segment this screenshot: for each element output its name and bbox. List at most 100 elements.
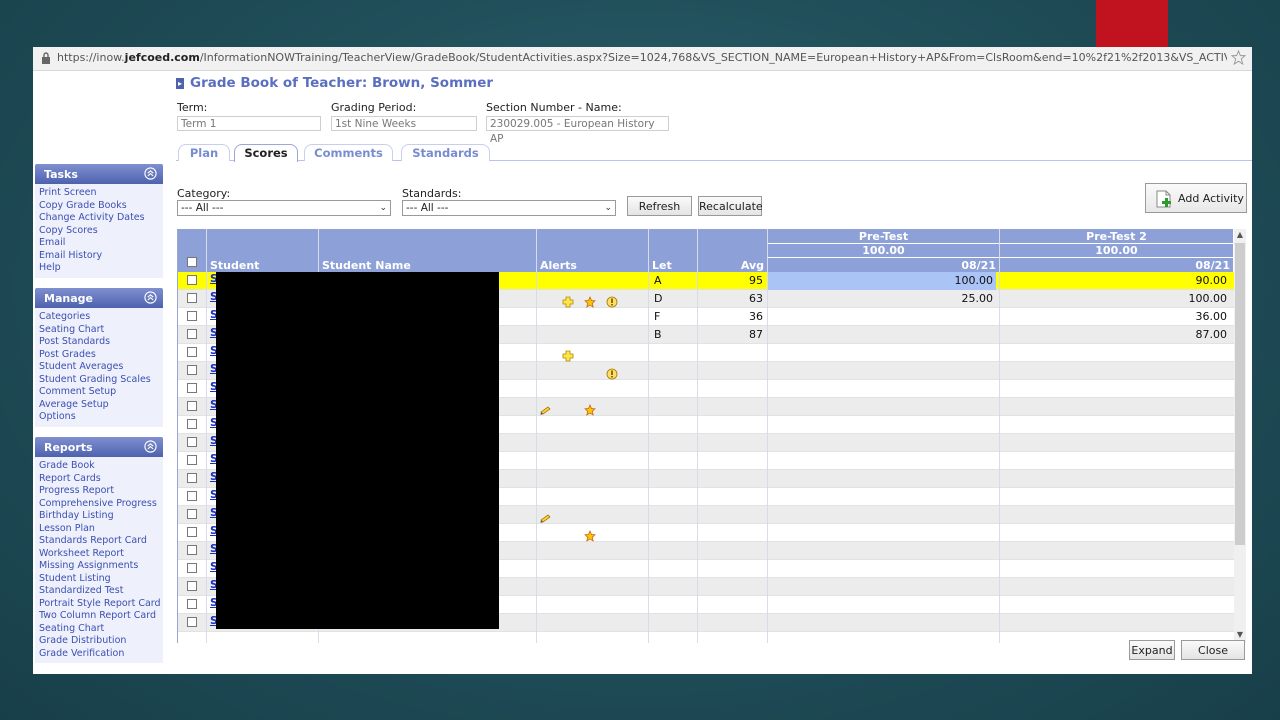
pencil-alert-icon[interactable] — [540, 509, 552, 523]
col-average[interactable]: Avg — [698, 259, 764, 272]
collapse-icon[interactable] — [144, 167, 157, 180]
score-cell[interactable] — [768, 560, 996, 578]
score-cell[interactable]: 100.00 — [768, 272, 996, 290]
score-cell[interactable] — [1000, 578, 1230, 596]
report-link[interactable]: Report Cards — [39, 473, 163, 486]
score-cell[interactable] — [768, 578, 996, 596]
score-cell[interactable] — [768, 398, 996, 416]
score-cell[interactable] — [1000, 398, 1230, 416]
plus-alert-icon[interactable] — [562, 347, 574, 362]
score-cell[interactable] — [768, 344, 996, 362]
score-cell[interactable] — [1000, 596, 1230, 614]
row-checkbox[interactable] — [187, 329, 197, 339]
task-link[interactable]: Email History — [39, 250, 163, 263]
score-cell[interactable] — [768, 614, 996, 632]
category-select[interactable]: --- All --- ⌄ — [177, 200, 391, 216]
score-cell[interactable] — [768, 434, 996, 452]
report-link[interactable]: Progress Report — [39, 485, 163, 498]
score-cell[interactable] — [1000, 614, 1230, 632]
plus-alert-icon[interactable] — [562, 293, 574, 308]
row-checkbox[interactable] — [187, 581, 197, 591]
score-cell[interactable] — [768, 380, 996, 398]
tab-standards[interactable]: Standards — [401, 144, 490, 161]
row-checkbox[interactable] — [187, 545, 197, 555]
row-checkbox[interactable] — [187, 563, 197, 573]
col-student-name[interactable]: Student Name — [322, 259, 411, 272]
row-checkbox[interactable] — [187, 617, 197, 627]
tab-plan[interactable]: Plan — [178, 144, 230, 161]
exclaim-alert-icon[interactable] — [606, 293, 618, 308]
score-cell[interactable] — [768, 506, 996, 524]
grid-scrollbar[interactable]: ▲ ▼ — [1234, 229, 1246, 643]
manage-link[interactable]: Options — [39, 411, 163, 424]
task-link[interactable]: Email — [39, 237, 163, 250]
score-cell[interactable] — [768, 308, 996, 326]
score-cell[interactable] — [1000, 344, 1230, 362]
bookmark-star-icon[interactable] — [1231, 50, 1246, 65]
row-checkbox[interactable] — [187, 527, 197, 537]
row-checkbox[interactable] — [187, 491, 197, 501]
recalculate-button[interactable]: Recalculate — [698, 196, 763, 216]
score-cell[interactable]: 90.00 — [1000, 272, 1230, 290]
select-all-checkbox[interactable] — [187, 257, 197, 267]
score-cell[interactable]: 36.00 — [1000, 308, 1230, 326]
report-link[interactable]: Birthday Listing — [39, 510, 163, 523]
tab-comments[interactable]: Comments — [304, 144, 393, 161]
score-cell[interactable] — [1000, 560, 1230, 578]
task-link[interactable]: Copy Scores — [39, 225, 163, 238]
score-cell[interactable]: 25.00 — [768, 290, 996, 308]
score-cell[interactable] — [1000, 524, 1230, 542]
score-cell[interactable] — [1000, 506, 1230, 524]
expand-button[interactable]: Expand — [1129, 640, 1175, 660]
manage-panel-header[interactable]: Manage — [35, 288, 163, 308]
score-cell[interactable] — [1000, 380, 1230, 398]
report-link[interactable]: Missing Assignments — [39, 560, 163, 573]
report-link[interactable]: Lesson Plan — [39, 523, 163, 536]
report-link[interactable]: Grade Distribution — [39, 635, 163, 648]
row-checkbox[interactable] — [187, 293, 197, 303]
score-cell[interactable] — [1000, 416, 1230, 434]
row-checkbox[interactable] — [187, 365, 197, 375]
tab-scores[interactable]: Scores — [234, 144, 298, 162]
collapse-icon[interactable] — [144, 291, 157, 304]
standards-select[interactable]: --- All --- ⌄ — [402, 200, 616, 216]
score-cell[interactable] — [768, 542, 996, 560]
scroll-thumb[interactable] — [1235, 243, 1245, 545]
score-cell[interactable] — [768, 488, 996, 506]
manage-link[interactable]: Student Grading Scales — [39, 374, 163, 387]
exclaim-alert-icon[interactable] — [606, 365, 618, 380]
score-cell[interactable] — [768, 452, 996, 470]
report-link[interactable]: Grade Book — [39, 460, 163, 473]
manage-link[interactable]: Average Setup — [39, 399, 163, 412]
add-activity-button[interactable]: Add Activity — [1145, 183, 1247, 213]
star-alert-icon[interactable] — [584, 401, 596, 416]
score-cell[interactable] — [1000, 542, 1230, 560]
manage-link[interactable]: Student Averages — [39, 361, 163, 374]
row-checkbox[interactable] — [187, 383, 197, 393]
score-cell[interactable] — [1000, 452, 1230, 470]
activity-name[interactable]: Pre-Test — [768, 230, 999, 243]
task-link[interactable]: Print Screen — [39, 187, 163, 200]
manage-link[interactable]: Post Standards — [39, 336, 163, 349]
row-checkbox[interactable] — [187, 509, 197, 519]
manage-link[interactable]: Categories — [39, 311, 163, 324]
row-checkbox[interactable] — [187, 275, 197, 285]
score-cell[interactable] — [768, 524, 996, 542]
row-checkbox[interactable] — [187, 401, 197, 411]
pencil-alert-icon[interactable] — [540, 401, 552, 415]
report-link[interactable]: Student Listing — [39, 573, 163, 586]
row-checkbox[interactable] — [187, 599, 197, 609]
expand-arrow-icon[interactable]: ▸ — [176, 78, 184, 89]
score-cell[interactable] — [768, 362, 996, 380]
score-cell[interactable] — [768, 596, 996, 614]
collapse-icon[interactable] — [144, 440, 157, 453]
row-checkbox[interactable] — [187, 311, 197, 321]
score-cell[interactable] — [1000, 488, 1230, 506]
row-checkbox[interactable] — [187, 437, 197, 447]
score-cell[interactable] — [768, 326, 996, 344]
reports-panel-header[interactable]: Reports — [35, 437, 163, 457]
manage-link[interactable]: Comment Setup — [39, 386, 163, 399]
report-link[interactable]: Worksheet Report — [39, 548, 163, 561]
row-checkbox[interactable] — [187, 347, 197, 357]
star-alert-icon[interactable] — [584, 293, 596, 308]
